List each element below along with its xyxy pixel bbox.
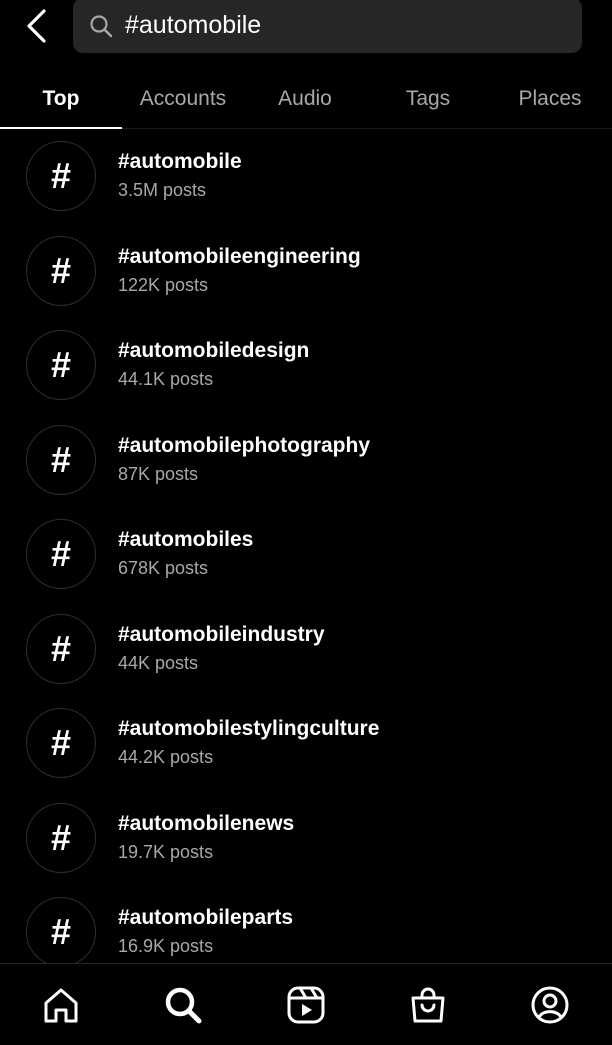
hashtag-name: #automobiledesign — [118, 339, 310, 362]
search-input[interactable] — [125, 11, 545, 40]
hashtag-result-row[interactable]: # #automobilenews 19.7K posts — [0, 790, 612, 884]
hashtag-result-row[interactable]: # #automobiles 678K posts — [0, 506, 612, 600]
hashtag-results-list: # #automobile 3.5M posts # #automobileen… — [0, 128, 612, 963]
hashtag-name: #automobileindustry — [118, 623, 325, 646]
post-count: 678K posts — [118, 558, 209, 578]
bottom-nav-bar — [0, 963, 612, 1045]
post-count: 44K posts — [118, 653, 199, 673]
hashtag-icon: # — [26, 519, 96, 589]
hashtag-icon: # — [26, 141, 96, 211]
hashtag-name: #automobile — [118, 150, 242, 173]
post-count: 44.2K posts — [118, 747, 214, 767]
hashtag-icon: # — [26, 425, 96, 495]
hashtag-result-row[interactable]: # #automobileengineering 122K posts — [0, 223, 612, 317]
post-count: 122K posts — [118, 275, 209, 295]
post-count: 19.7K posts — [118, 842, 214, 862]
tab-places[interactable]: Places — [489, 70, 611, 128]
hashtag-name: #automobilephotography — [118, 434, 370, 457]
chevron-left-icon — [27, 9, 46, 43]
post-count: 44.1K posts — [118, 369, 214, 389]
post-count: 3.5M posts — [118, 180, 207, 200]
hashtag-name: #automobilestylingculture — [118, 717, 380, 740]
back-button[interactable] — [18, 6, 54, 46]
post-count: 87K posts — [118, 464, 199, 484]
hashtag-name: #automobiles — [118, 528, 254, 551]
reels-icon — [287, 986, 325, 1024]
hashtag-result-row[interactable]: # #automobileindustry 44K posts — [0, 601, 612, 695]
home-icon — [44, 988, 78, 1023]
nav-profile[interactable] — [515, 972, 585, 1038]
hashtag-result-row[interactable]: # #automobilestylingculture 44.2K posts — [0, 695, 612, 789]
hashtag-icon: # — [26, 803, 96, 873]
hashtag-result-row[interactable]: # #automobilephotography 87K posts — [0, 412, 612, 506]
top-bar — [0, 0, 612, 56]
hashtag-icon: # — [26, 236, 96, 306]
hashtag-result-row[interactable]: # #automobileparts 16.9K posts — [0, 884, 612, 963]
hashtag-icon: # — [26, 614, 96, 684]
search-icon — [165, 987, 202, 1024]
hashtag-icon: # — [26, 708, 96, 778]
hashtag-icon: # — [26, 330, 96, 400]
nav-reels[interactable] — [271, 972, 341, 1038]
nav-home[interactable] — [26, 972, 96, 1038]
tab-tags[interactable]: Tags — [367, 70, 489, 128]
search-bar[interactable] — [73, 0, 582, 53]
search-tabs: Top Accounts Audio Tags Places — [0, 70, 612, 130]
hashtag-name: #automobileparts — [118, 906, 294, 929]
hashtag-icon: # — [26, 897, 96, 963]
tab-audio[interactable]: Audio — [244, 70, 366, 128]
post-count: 16.9K posts — [118, 936, 214, 956]
search-icon — [87, 12, 115, 40]
nav-search[interactable] — [148, 972, 218, 1038]
profile-icon — [531, 986, 569, 1024]
tab-top[interactable]: Top — [0, 70, 122, 128]
hashtag-name: #automobileengineering — [118, 245, 361, 268]
nav-shop[interactable] — [393, 972, 463, 1038]
hashtag-result-row[interactable]: # #automobile 3.5M posts — [0, 128, 612, 222]
shop-icon — [411, 987, 445, 1023]
hashtag-name: #automobilenews — [118, 812, 295, 835]
hashtag-result-row[interactable]: # #automobiledesign 44.1K posts — [0, 317, 612, 411]
tab-accounts[interactable]: Accounts — [122, 70, 244, 128]
